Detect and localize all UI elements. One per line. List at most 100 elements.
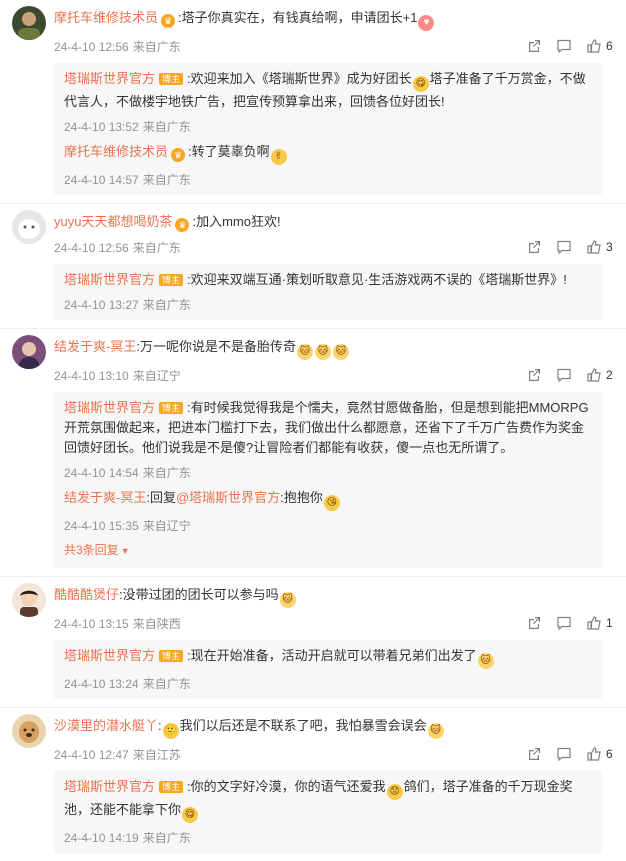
reply-location: 来自广东 bbox=[142, 830, 191, 845]
reply-item: 摩托车维修技术员 ♛:转了莫辜负啊 ✌ 24-4-10 14:57 来自广东 bbox=[64, 138, 592, 191]
comment-time: 24-4-10 12:47 bbox=[54, 747, 129, 762]
comment-text: 我们以后还是不联系了吧，我怕暴雪会误会 bbox=[179, 718, 427, 733]
share-icon[interactable] bbox=[526, 38, 542, 54]
comment-icon[interactable] bbox=[556, 615, 572, 631]
reply-username[interactable]: 塔瑞斯世界官方 bbox=[64, 71, 155, 86]
thumbs-up-icon bbox=[586, 38, 602, 54]
like-button[interactable]: 6 bbox=[586, 38, 614, 54]
username[interactable]: 摩托车维修技术员 bbox=[54, 10, 158, 25]
crown-icon: ♛ bbox=[171, 148, 186, 162]
reply-time: 24-4-10 14:54 bbox=[64, 465, 139, 480]
like-count: 3 bbox=[606, 240, 613, 254]
reply-text: :欢迎来加入《塔瑞斯世界》成为好团长 bbox=[187, 71, 412, 86]
like-button[interactable]: 3 bbox=[586, 239, 614, 255]
cat-emoji-icon: 🐱 bbox=[332, 344, 349, 360]
thumbs-up-icon bbox=[586, 367, 602, 383]
share-icon[interactable] bbox=[526, 367, 542, 383]
reply-text: :欢迎来双端互通·策划听取意见·生活游戏两不误的《塔瑞斯世界》! bbox=[187, 272, 567, 287]
like-count: 6 bbox=[606, 39, 613, 53]
reply-location: 来自广东 bbox=[142, 676, 191, 691]
reply-text: :现在开始准备，活动开启就可以带着兄弟们出发了 bbox=[187, 648, 477, 663]
reply-time: 24-4-10 13:52 bbox=[64, 119, 139, 134]
avatar[interactable] bbox=[12, 210, 46, 244]
crown-icon: ♛ bbox=[175, 218, 190, 232]
reply-username[interactable]: 塔瑞斯世界官方 bbox=[64, 272, 155, 287]
avatar[interactable] bbox=[12, 583, 46, 617]
comment-text: :万一呢你说是不是备胎传奇 bbox=[136, 339, 296, 354]
comment-text: :加入mmo狂欢! bbox=[192, 214, 281, 229]
avatar[interactable] bbox=[12, 335, 46, 369]
comment-time: 24-4-10 12:56 bbox=[54, 240, 129, 255]
mention-link[interactable]: @塔瑞斯世界官方 bbox=[176, 490, 280, 505]
tongue-emoji-icon: 😋 bbox=[412, 76, 429, 92]
reply-text-cont: :抱抱你 bbox=[280, 490, 323, 505]
like-button[interactable]: 1 bbox=[586, 615, 614, 631]
comment-icon[interactable] bbox=[556, 367, 572, 383]
reply-username[interactable]: 塔瑞斯世界官方 bbox=[64, 400, 155, 415]
official-badge: 博主 bbox=[159, 274, 184, 286]
reply-text: :回复 bbox=[146, 490, 176, 505]
tongue-emoji-icon: 😋 bbox=[182, 807, 199, 823]
share-icon[interactable] bbox=[526, 615, 542, 631]
reply-item: 塔瑞斯世界官方 博主:有时候我觉得我是个懦夫，竟然甘愿做备胎，但是想到能把MMOR… bbox=[64, 394, 592, 484]
reply-time: 24-4-10 14:19 bbox=[64, 830, 139, 845]
username[interactable]: 沙漠里的潜水艇丫 bbox=[54, 718, 158, 733]
username[interactable]: 酷酷酷煲仔 bbox=[54, 587, 119, 602]
reply-list: 塔瑞斯世界官方 博主:欢迎来双端互通·策划听取意见·生活游戏两不误的《塔瑞斯世界》… bbox=[54, 264, 602, 320]
reply-username[interactable]: 摩托车维修技术员 bbox=[64, 144, 168, 159]
reply-location: 来自广东 bbox=[142, 119, 191, 134]
reply-list: 塔瑞斯世界官方 博主:欢迎来加入《塔瑞斯世界》成为好团长 😋 塔子准备了千万赏金，不做… bbox=[54, 63, 602, 195]
like-button[interactable]: 2 bbox=[586, 367, 614, 383]
caret-down-icon: ▼ bbox=[120, 546, 130, 556]
official-badge: 博主 bbox=[159, 73, 184, 85]
smile-emoji-icon: 🙂 bbox=[162, 723, 179, 739]
avatar[interactable] bbox=[12, 6, 46, 40]
like-button[interactable]: 6 bbox=[586, 746, 614, 762]
comment-location: 来自广东 bbox=[132, 39, 181, 54]
reply-item: 塔瑞斯世界官方 博主:你的文字好冷漠，你的语气还爱我 😟 鸽们，塔子准备的千万现金奖池… bbox=[64, 773, 592, 849]
comment-time: 24-4-10 13:10 bbox=[54, 368, 129, 383]
reply-location: 来自广东 bbox=[142, 172, 191, 187]
like-count: 2 bbox=[606, 368, 613, 382]
username[interactable]: yuyu天天都想喝奶茶 bbox=[54, 214, 172, 229]
share-icon[interactable] bbox=[526, 746, 542, 762]
cat-emoji-icon: 🐱 bbox=[314, 344, 331, 360]
reply-username[interactable]: 塔瑞斯世界官方 bbox=[64, 779, 155, 794]
like-count: 1 bbox=[606, 616, 613, 630]
thumbs-up-icon bbox=[586, 239, 602, 255]
official-badge: 博主 bbox=[159, 402, 184, 414]
comment-thread: 酷酷酷煲仔:没带过团的团长可以参与吗 🐱 24-4-10 13:15 来自陕西 1 … bbox=[0, 577, 626, 708]
thumbs-up-icon bbox=[586, 746, 602, 762]
avatar[interactable] bbox=[12, 714, 46, 748]
thumbs-up-icon bbox=[586, 615, 602, 631]
comment-icon[interactable] bbox=[556, 38, 572, 54]
reply-username[interactable]: 塔瑞斯世界官方 bbox=[64, 648, 155, 663]
username[interactable]: 结发于爽-冥王 bbox=[54, 339, 136, 354]
cat-emoji-icon: 🐱 bbox=[477, 653, 494, 669]
victory-hand-emoji-icon: ✌ bbox=[270, 149, 287, 165]
reply-username[interactable]: 结发于爽-冥王 bbox=[64, 490, 146, 505]
heart-eyes-emoji-icon: ♥ bbox=[418, 15, 435, 31]
kiss-emoji-icon: 😘 bbox=[323, 495, 340, 511]
crown-icon: ♛ bbox=[161, 14, 176, 28]
comment-icon[interactable] bbox=[556, 746, 572, 762]
official-badge: 博主 bbox=[159, 781, 184, 793]
reply-time: 24-4-10 15:35 bbox=[64, 518, 139, 533]
reply-item: 塔瑞斯世界官方 博主:欢迎来双端互通·策划听取意见·生活游戏两不误的《塔瑞斯世界》… bbox=[64, 266, 592, 316]
more-replies-link[interactable]: 共3条回复 ▼ bbox=[64, 537, 592, 564]
reply-list: 塔瑞斯世界官方 博主:现在开始准备，活动开启就可以带着兄弟们出发了 🐱 24-4-1… bbox=[54, 640, 602, 699]
reply-location: 来自广东 bbox=[142, 297, 191, 312]
reply-list: 塔瑞斯世界官方 博主:有时候我觉得我是个懦夫，竟然甘愿做备胎，但是想到能把MMOR… bbox=[54, 392, 602, 568]
official-badge: 博主 bbox=[159, 650, 184, 662]
share-icon[interactable] bbox=[526, 239, 542, 255]
comment-location: 来自辽宁 bbox=[132, 368, 181, 383]
reply-text: :你的文字好冷漠，你的语气还爱我 bbox=[187, 779, 386, 794]
comment-icon[interactable] bbox=[556, 239, 572, 255]
comment-thread: 结发于爽-冥王:万一呢你说是不是备胎传奇 🐱 🐱 🐱 24-4-10 13:10 来自辽… bbox=[0, 329, 626, 577]
comment-text: :没带过团的团长可以参与吗 bbox=[119, 587, 279, 602]
comment-thread: 沙漠里的潜水艇丫: 🙂 我们以后还是不联系了吧，我怕暴雪会误会 🐱 24-4-10 1… bbox=[0, 708, 626, 861]
comment-text-prefix: : bbox=[158, 718, 162, 733]
cat-emoji-icon: 🐱 bbox=[427, 723, 444, 739]
comment-thread: yuyu天天都想喝奶茶 ♛:加入mmo狂欢! 24-4-10 12:56 来自广东 … bbox=[0, 204, 626, 329]
comment-location: 来自陕西 bbox=[132, 616, 181, 631]
